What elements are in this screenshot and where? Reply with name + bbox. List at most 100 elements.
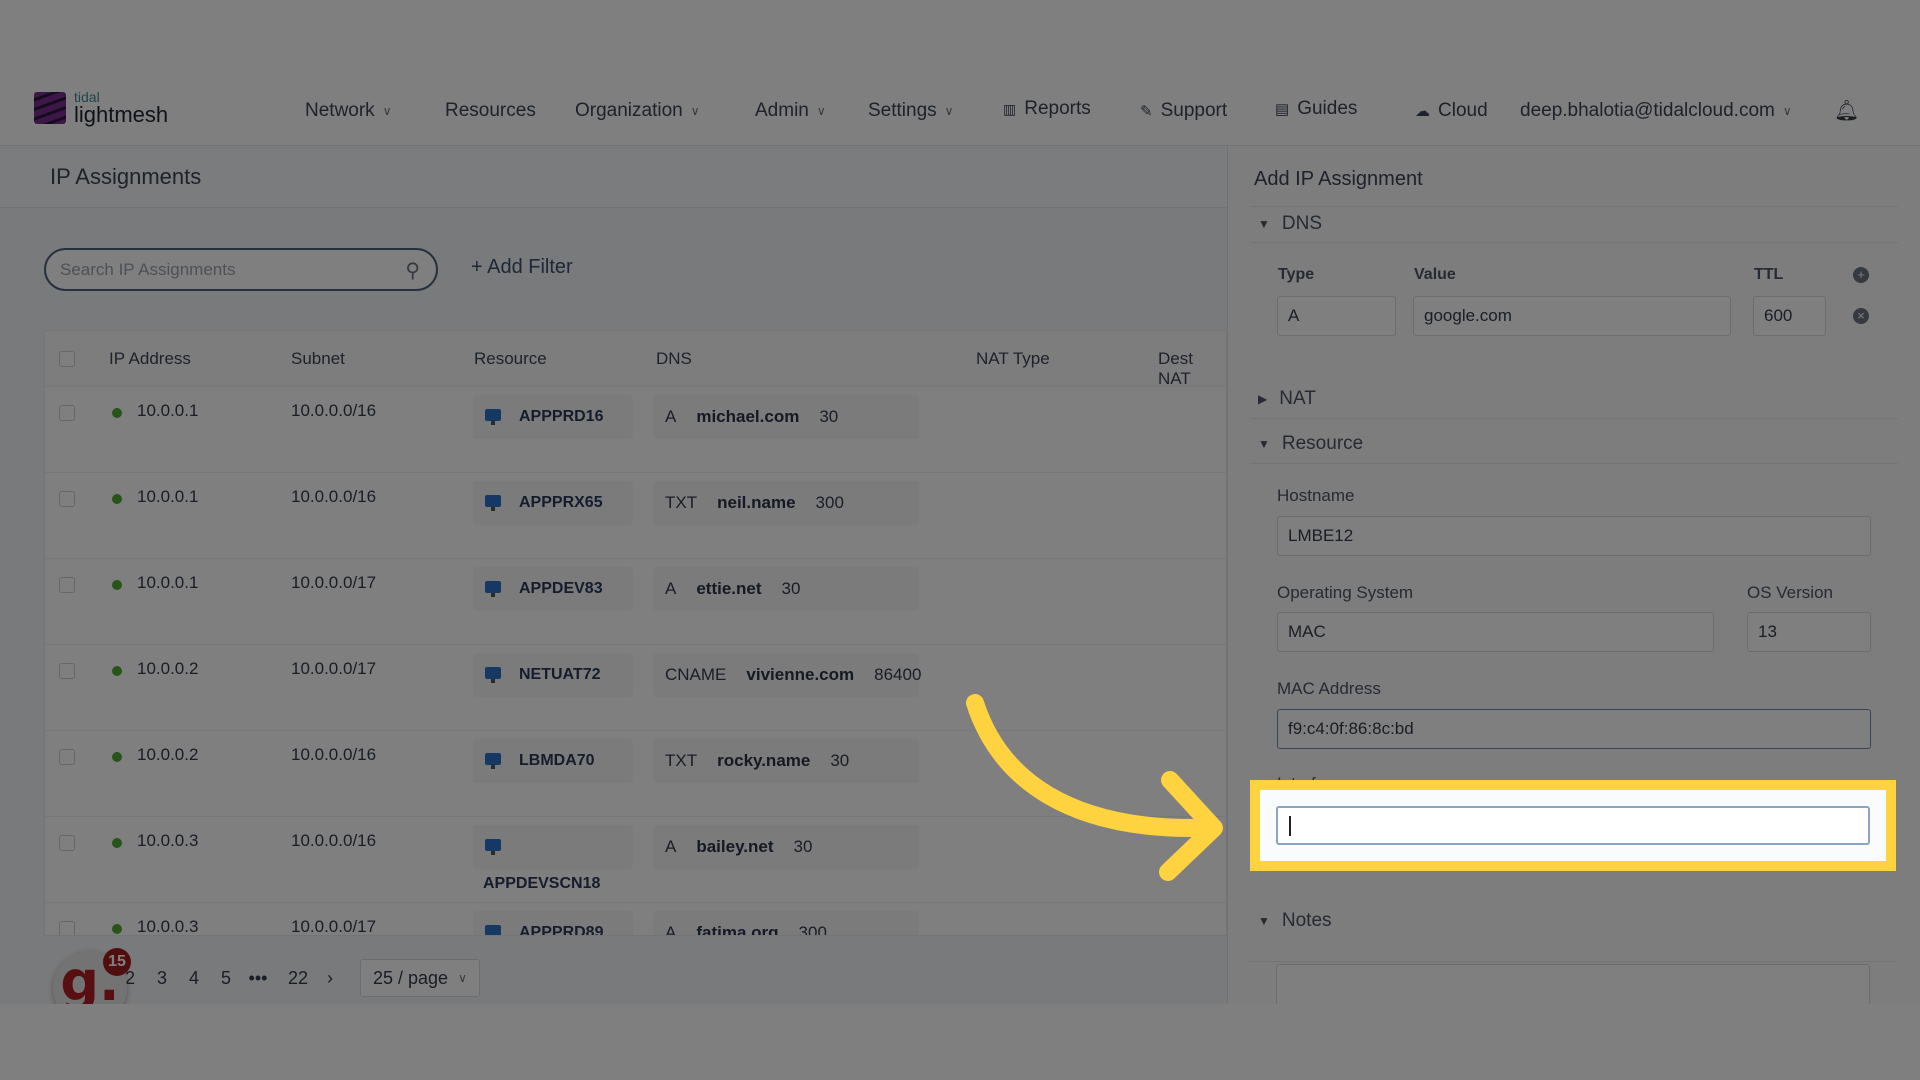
page-button[interactable]: 22 bbox=[282, 962, 314, 994]
nav-support[interactable]: ✎ Support bbox=[1140, 100, 1227, 122]
remove-dns-icon[interactable]: × bbox=[1853, 308, 1869, 324]
panel-title: Add IP Assignment bbox=[1254, 168, 1423, 190]
dns-ttl-field[interactable]: 600 bbox=[1753, 296, 1826, 336]
bell-icon[interactable]: 🔔︎ bbox=[1834, 98, 1859, 123]
resource-name: LBMDA70 bbox=[519, 752, 595, 769]
resource-tag[interactable]: APPPRD16 bbox=[473, 395, 633, 439]
resource-name: APPPRX65 bbox=[519, 494, 603, 511]
next-page-icon[interactable]: › bbox=[314, 962, 346, 994]
monitor-icon bbox=[485, 925, 501, 935]
nav-reports[interactable]: ▥ Reports bbox=[1003, 98, 1091, 120]
table-row[interactable]: 10.0.0.1 10.0.0.0/17 APPDEV83 Aettie.net… bbox=[45, 559, 1226, 645]
ip-address[interactable]: 10.0.0.2 bbox=[137, 659, 198, 679]
row-checkbox[interactable] bbox=[59, 921, 75, 935]
resource-tag[interactable]: APPDEV83 bbox=[473, 567, 633, 611]
table-row[interactable]: 10.0.0.1 10.0.0.0/16 APPPRD16 Amichael.c… bbox=[45, 387, 1226, 473]
dns-tag: CNAME vivienne.com 86400 bbox=[653, 653, 921, 697]
logo-mark-icon bbox=[34, 92, 66, 124]
dns-value: bailey.net bbox=[696, 837, 774, 856]
row-checkbox[interactable] bbox=[59, 491, 75, 507]
nav-admin[interactable]: Admin ∨ bbox=[755, 100, 826, 122]
search-input[interactable]: Search IP Assignments ⚲ bbox=[44, 248, 438, 291]
table-row[interactable]: 10.0.0.3 10.0.0.0/17 APPPRD89 Afatima.or… bbox=[45, 903, 1226, 935]
col-ip-address[interactable]: IP Address bbox=[109, 349, 191, 369]
table-row[interactable]: 10.0.0.3 10.0.0.0/16 APPDEVSCN18 Abailey… bbox=[45, 817, 1226, 903]
page-button[interactable]: ••• bbox=[242, 962, 274, 994]
resource-tag[interactable]: APPPRX65 bbox=[473, 481, 633, 525]
add-ip-assignment-panel: Add IP Assignment ▼ DNS Type Value TTL + … bbox=[1227, 146, 1920, 1004]
nav-cloud[interactable]: ☁ Cloud bbox=[1415, 100, 1488, 122]
hostname-field[interactable]: LMBE12 bbox=[1277, 516, 1871, 556]
page-button[interactable]: 5 bbox=[210, 962, 242, 994]
dns-value: neil.name bbox=[717, 493, 796, 512]
nav-guides[interactable]: ▤ Guides bbox=[1275, 98, 1357, 120]
notes-field[interactable] bbox=[1276, 964, 1870, 1004]
ip-address[interactable]: 10.0.0.1 bbox=[137, 573, 198, 593]
logo[interactable]: tidal lightmesh bbox=[34, 90, 168, 126]
table-row[interactable]: 10.0.0.1 10.0.0.0/16 APPPRX65 TXT neil.na… bbox=[45, 473, 1226, 559]
notification-count-badge: 15 bbox=[103, 948, 131, 976]
resource-name: APPPRD16 bbox=[519, 408, 604, 425]
page-button[interactable]: 3 bbox=[146, 962, 178, 994]
ip-address[interactable]: 10.0.0.3 bbox=[137, 917, 198, 935]
divider bbox=[1250, 206, 1898, 207]
col-nat-type[interactable]: NAT Type bbox=[976, 349, 1050, 369]
col-dns[interactable]: DNS bbox=[656, 349, 692, 369]
dns-tag: Afatima.org 300 bbox=[653, 911, 919, 935]
status-dot-icon bbox=[112, 666, 122, 676]
monitor-icon bbox=[485, 495, 501, 511]
row-checkbox[interactable] bbox=[59, 405, 75, 421]
page-size-select[interactable]: 25 / page ∨ bbox=[360, 959, 480, 997]
interface-field[interactable] bbox=[1276, 806, 1870, 845]
ip-address[interactable]: 10.0.0.1 bbox=[137, 487, 198, 507]
table-row[interactable]: 10.0.0.2 10.0.0.0/17 NETUAT72 CNAME vivie… bbox=[45, 645, 1226, 731]
select-all-checkbox[interactable] bbox=[59, 351, 75, 367]
section-resource-toggle[interactable]: ▼ Resource bbox=[1258, 433, 1363, 455]
row-checkbox[interactable] bbox=[59, 835, 75, 851]
section-notes-toggle[interactable]: ▼ Notes bbox=[1258, 910, 1332, 932]
resource-tag[interactable]: LBMDA70 bbox=[473, 739, 633, 783]
nav-label: Network bbox=[305, 100, 375, 121]
row-checkbox[interactable] bbox=[59, 749, 75, 765]
page-header: IP Assignments bbox=[0, 146, 1227, 208]
status-dot-icon bbox=[112, 580, 122, 590]
row-checkbox[interactable] bbox=[59, 663, 75, 679]
row-checkbox[interactable] bbox=[59, 577, 75, 593]
status-dot-icon bbox=[112, 494, 122, 504]
page-button[interactable]: 4 bbox=[178, 962, 210, 994]
chevron-down-icon: ∨ bbox=[1782, 104, 1792, 118]
search-placeholder: Search IP Assignments bbox=[60, 259, 236, 279]
nav-settings[interactable]: Settings ∨ bbox=[868, 100, 953, 122]
nav-organization[interactable]: Organization ∨ bbox=[575, 100, 700, 122]
dns-value-field[interactable]: google.com bbox=[1413, 296, 1731, 336]
ip-address[interactable]: 10.0.0.2 bbox=[137, 745, 198, 765]
search-icon[interactable]: ⚲ bbox=[405, 258, 420, 283]
nav-network[interactable]: Network ∨ bbox=[305, 100, 391, 122]
dns-type-field[interactable]: A bbox=[1277, 296, 1396, 336]
ip-address[interactable]: 10.0.0.3 bbox=[137, 831, 198, 851]
divider bbox=[1250, 418, 1898, 419]
resource-tag[interactable]: APPDEVSCN18 bbox=[473, 825, 633, 892]
col-subnet[interactable]: Subnet bbox=[291, 349, 345, 369]
mac-address-field[interactable]: f9:c4:0f:86:8c:bd bbox=[1277, 709, 1871, 749]
caret-down-icon: ▼ bbox=[1258, 437, 1270, 451]
add-dns-icon[interactable]: + bbox=[1853, 267, 1869, 283]
os-version-field[interactable]: 13 bbox=[1747, 612, 1871, 652]
ip-address[interactable]: 10.0.0.1 bbox=[137, 401, 198, 421]
user-email: deep.bhalotia@tidalcloud.com bbox=[1520, 100, 1775, 121]
user-menu[interactable]: deep.bhalotia@tidalcloud.com ∨ bbox=[1520, 100, 1792, 122]
os-field[interactable]: MAC bbox=[1277, 612, 1714, 652]
col-resource[interactable]: Resource bbox=[474, 349, 547, 369]
section-dns-toggle[interactable]: ▼ DNS bbox=[1258, 213, 1322, 235]
monitor-icon bbox=[485, 753, 501, 769]
resource-tag[interactable]: NETUAT72 bbox=[473, 653, 633, 697]
table-row[interactable]: 10.0.0.2 10.0.0.0/16 LBMDA70 TXT rocky.na… bbox=[45, 731, 1226, 817]
status-dot-icon bbox=[112, 838, 122, 848]
section-nat-toggle[interactable]: ▶ NAT bbox=[1258, 388, 1316, 410]
resource-tag[interactable]: APPPRD89 bbox=[473, 911, 633, 935]
add-filter-button[interactable]: + Add Filter bbox=[471, 256, 573, 279]
section-label: NAT bbox=[1279, 388, 1316, 409]
col-dest-nat[interactable]: Dest NAT bbox=[1158, 349, 1226, 389]
resource-name: NETUAT72 bbox=[519, 666, 601, 683]
nav-resources[interactable]: Resources bbox=[445, 100, 536, 122]
